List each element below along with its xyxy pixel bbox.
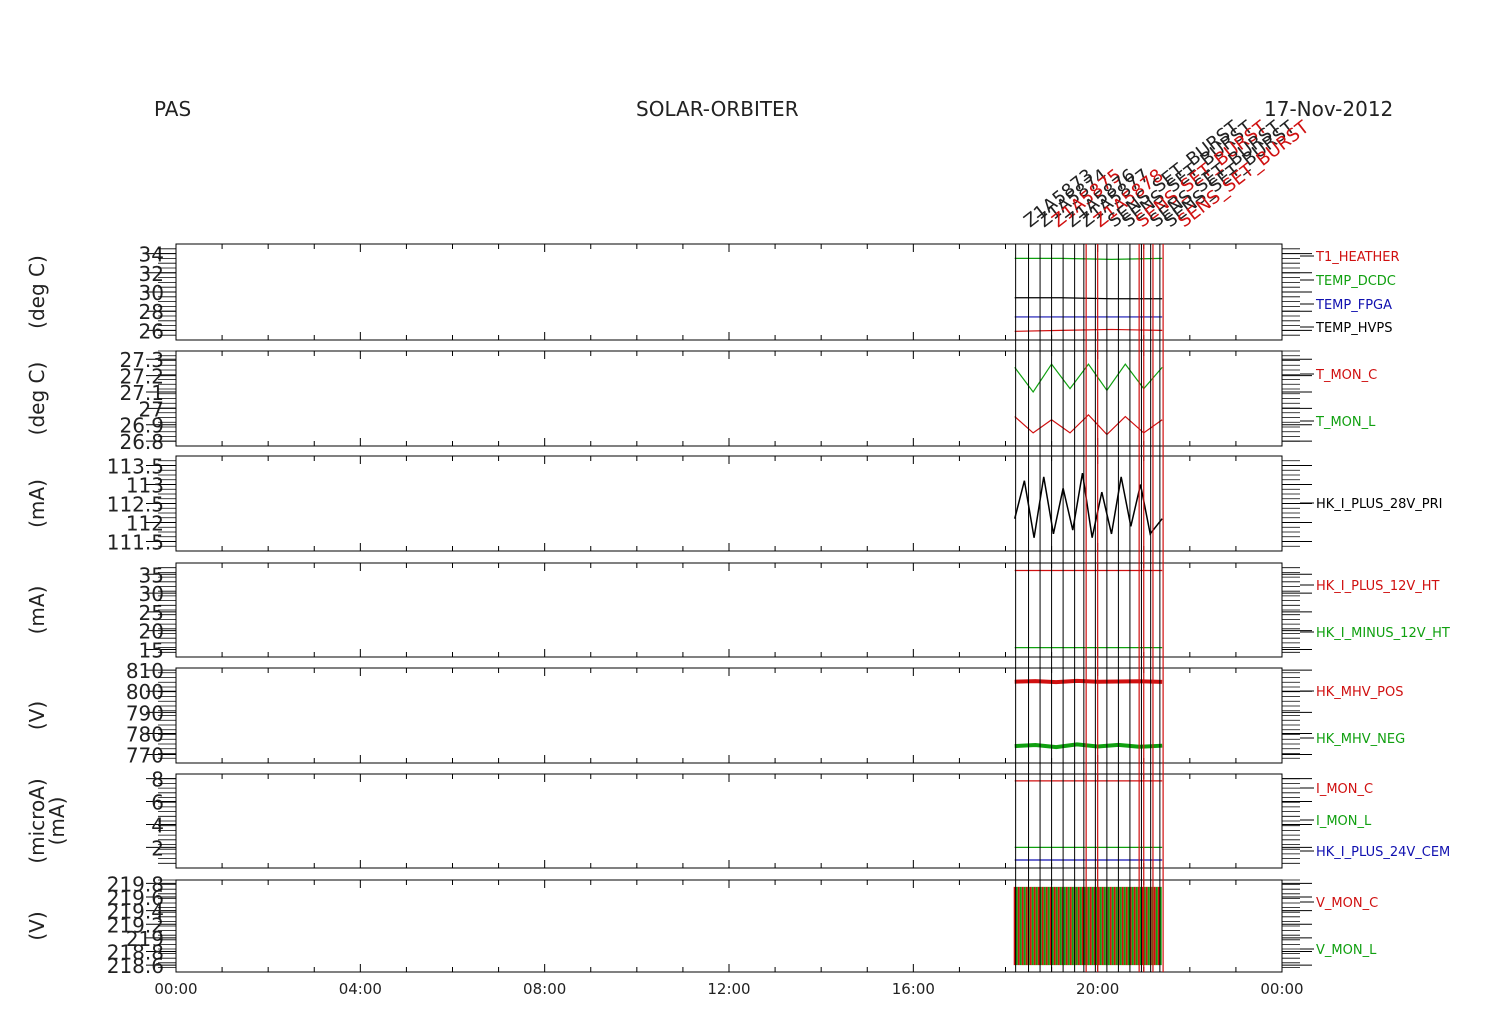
legend-HK_MHV_POS: HK_MHV_POS xyxy=(1316,685,1404,700)
panel-6: 2468(microA)(mA)I_MON_CI_MON_LHK_I_PLUS_… xyxy=(25,768,1450,869)
y-tick-label: 35 xyxy=(139,563,164,587)
series-TEMP_DCDC xyxy=(1014,257,1163,260)
legend-TEMP_DCDC: TEMP_DCDC xyxy=(1315,274,1396,289)
x-tick-label: 08:00 xyxy=(523,980,566,998)
series-T_MON_L xyxy=(1014,363,1163,393)
panel-frame xyxy=(175,562,1283,658)
panel-4: 1520253035(mA) HK_I_PLUS_12V_HTHK_I_MINUS… xyxy=(25,562,1450,662)
y-axis-title: (V) xyxy=(25,911,49,940)
legend-I_MON_L: I_MON_L xyxy=(1316,814,1372,829)
event-labels: Z1A5873Z1A5874Z1A5875Z1A5876Z1A5877Z1A58… xyxy=(1020,116,1314,232)
legend-TEMP_FPGA: TEMP_FPGA xyxy=(1315,298,1392,313)
x-tick-label: 04:00 xyxy=(339,980,382,998)
y-tick-label: 790 xyxy=(126,701,164,725)
panel-frame xyxy=(175,243,1283,341)
x-tick-label: 00:00 xyxy=(1260,980,1303,998)
y-tick-label: 770 xyxy=(126,744,164,768)
legend-HK_I_MINUS_12V_HT: HK_I_MINUS_12V_HT xyxy=(1316,626,1450,641)
x-tick-label: 00:00 xyxy=(154,980,197,998)
legend-T_MON_L: T_MON_L xyxy=(1315,415,1376,430)
series-HK_MHV_POS xyxy=(1014,678,1163,685)
series-T_MON_C xyxy=(1014,414,1163,436)
legend-TEMP_HVPS: TEMP_HVPS xyxy=(1315,321,1392,336)
legend-V_MON_C: V_MON_C xyxy=(1316,896,1378,911)
legend-T_MON_C: T_MON_C xyxy=(1315,368,1377,383)
y-tick-label: 800 xyxy=(126,680,164,704)
legend-HK_I_PLUS_24V_CEM: HK_I_PLUS_24V_CEM xyxy=(1316,845,1450,860)
panel-5: 770780790800810(V)HK_MHV_POSHK_MHV_NEG xyxy=(25,659,1405,767)
y-tick-label: 27.3 xyxy=(119,348,164,372)
y-tick-label: 810 xyxy=(126,659,164,683)
series-HK_I_PLUS_28V_PRI xyxy=(1013,472,1163,538)
legend-HK_MHV_NEG: HK_MHV_NEG xyxy=(1316,732,1405,747)
x-axis-labels: 00:00 04:00 08:00 12:00 16:00 20:00 00:00 xyxy=(154,980,1303,998)
panel-3: 111.5112112.5113113.5(mA) HK_I_PLUS_28V_P… xyxy=(25,455,1442,555)
series-T1_HEATHER xyxy=(1014,328,1163,332)
series-TEMP_HVPS xyxy=(1014,297,1163,300)
panel-2: 26.826.92727.127.227.3(deg C) T_MON_CT_MO… xyxy=(25,348,1377,454)
x-tick-label: 20:00 xyxy=(1076,980,1119,998)
y-axis-title: (mA) xyxy=(25,586,49,635)
x-tick-label: 16:00 xyxy=(892,980,935,998)
series-HK_MHV_NEG xyxy=(1014,742,1163,750)
legend-V_MON_L: V_MON_L xyxy=(1316,943,1377,958)
y-axis-title-secondary: (mA) xyxy=(45,797,69,846)
y-axis-title: (V) xyxy=(25,701,49,730)
y-axis-title: (mA) xyxy=(25,479,49,528)
panel-frame xyxy=(175,350,1283,447)
legend-HK_I_PLUS_28V_PRI: HK_I_PLUS_28V_PRI xyxy=(1316,497,1442,512)
event-lines xyxy=(1015,244,1164,972)
panel-1: 2628303234(deg C) T1_HEATHERTEMP_DCDCTEMP… xyxy=(25,243,1400,344)
panel-frame xyxy=(175,773,1283,869)
legend-T1_HEATHER: T1_HEATHER xyxy=(1315,250,1400,265)
legend-HK_I_PLUS_12V_HT: HK_I_PLUS_12V_HT xyxy=(1316,579,1440,594)
panel-7: 218.6218.8219219.2219.4219.6219.8(V)V_MO… xyxy=(25,872,1378,978)
y-tick-label: 219.8 xyxy=(107,872,164,896)
housekeeping-plot: 2628303234(deg C) T1_HEATHERTEMP_DCDCTEMP… xyxy=(25,116,1450,998)
legend-I_MON_C: I_MON_C xyxy=(1316,782,1373,797)
y-axis-title: (deg C) xyxy=(25,362,49,436)
x-tick-label: 12:00 xyxy=(707,980,750,998)
y-axis-title: (deg C) xyxy=(25,255,49,329)
y-tick-label: 113.5 xyxy=(107,455,164,479)
